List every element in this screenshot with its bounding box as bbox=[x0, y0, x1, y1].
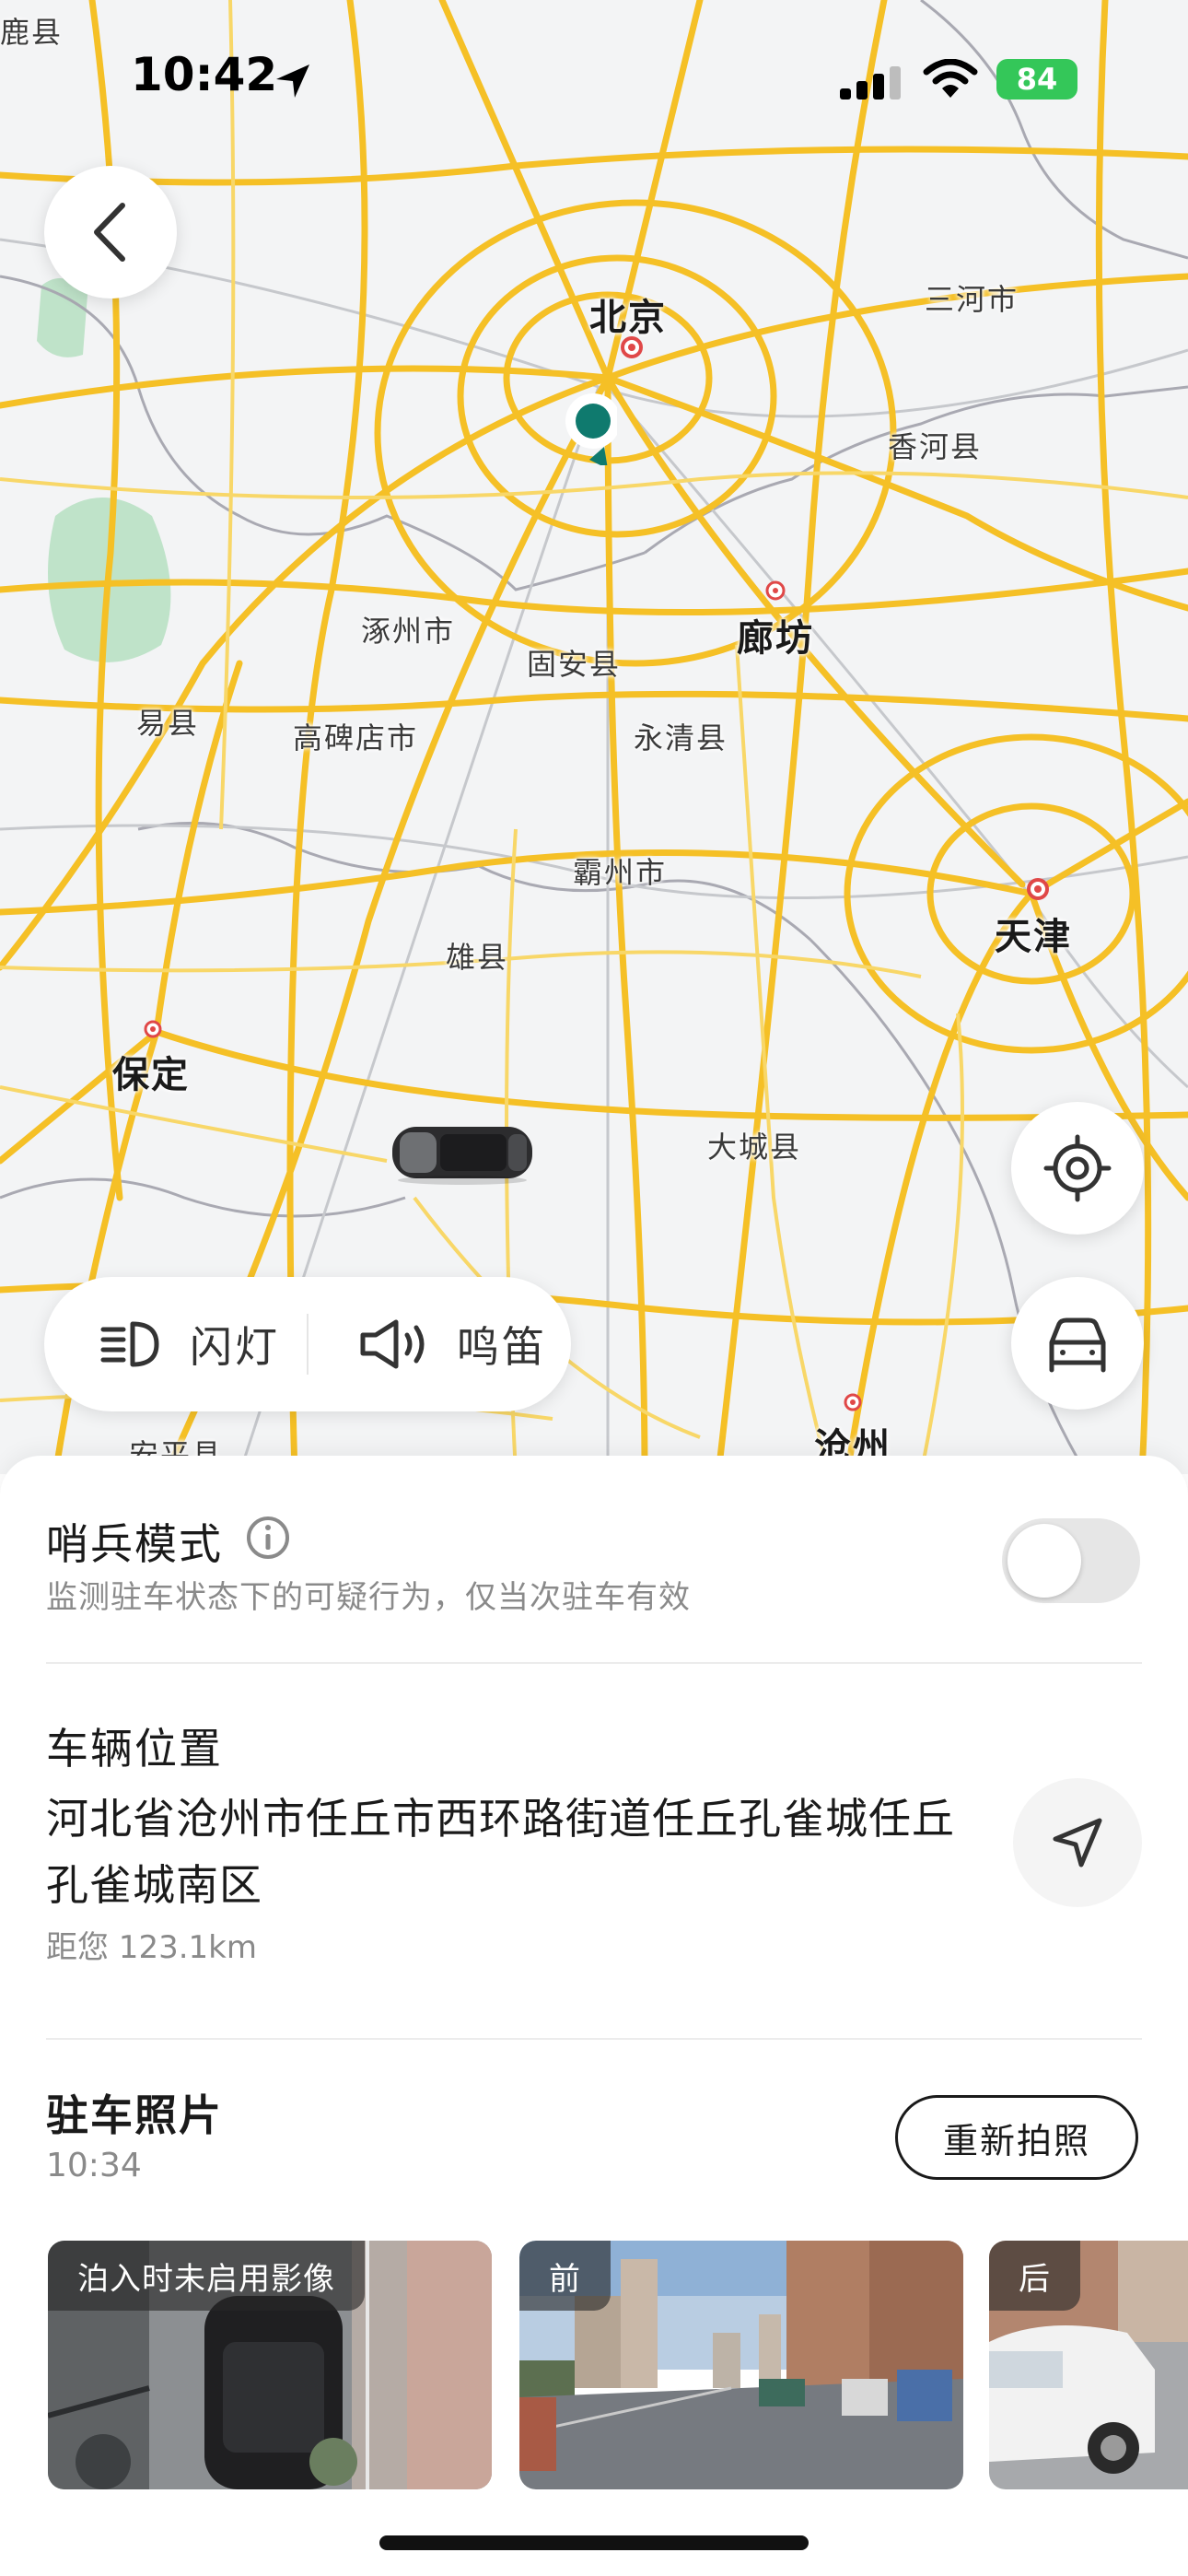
battery-indicator: 84 bbox=[996, 59, 1077, 100]
status-time: 10:42 bbox=[131, 48, 278, 101]
toggle-knob bbox=[1007, 1524, 1081, 1598]
city-label: 天津 bbox=[995, 916, 1072, 958]
flash-lights-label: 闪灯 bbox=[190, 1322, 280, 1372]
flash-lights-button[interactable]: 闪灯 bbox=[99, 1277, 280, 1411]
car-icon bbox=[1049, 1317, 1106, 1373]
horn-button[interactable]: 鸣笛 bbox=[357, 1277, 547, 1411]
section-divider bbox=[46, 1662, 1142, 1664]
parking-photos-time: 10:34 bbox=[46, 2147, 142, 2184]
photo-tag: 泊入时未启用影像 bbox=[48, 2241, 365, 2311]
wifi-icon bbox=[923, 59, 978, 98]
city-label: 香河县 bbox=[888, 429, 983, 464]
city-label: 霸州市 bbox=[573, 855, 668, 890]
section-divider bbox=[46, 2038, 1142, 2040]
city-label: 雄县 bbox=[446, 940, 509, 975]
chevron-left-icon bbox=[94, 203, 125, 262]
vehicle-distance: 距您 123.1km bbox=[46, 1929, 257, 1966]
navigation-arrow-icon bbox=[1053, 1818, 1102, 1868]
sentry-mode-title: 哨兵模式 bbox=[46, 1519, 223, 1569]
vehicle-address: 河北省沧州市任丘市西环路街道任丘孔雀城任丘孔雀城南区 bbox=[46, 1794, 955, 1910]
vehicle-location-title: 车辆位置 bbox=[46, 1724, 223, 1774]
speaker-icon bbox=[360, 1319, 425, 1369]
parking-photo-surround[interactable]: 泊入时未启用影像 bbox=[48, 2241, 492, 2489]
crosshair-icon bbox=[1043, 1134, 1112, 1202]
user-location-pin bbox=[565, 393, 617, 465]
navigate-button[interactable] bbox=[1013, 1778, 1142, 1907]
city-label: 永清县 bbox=[634, 720, 728, 755]
city-label: 固安县 bbox=[527, 647, 622, 682]
retake-photo-button[interactable]: 重新拍照 bbox=[895, 2095, 1138, 2180]
photo-tag: 前 bbox=[519, 2241, 611, 2311]
city-label: 廊坊 bbox=[737, 617, 814, 660]
parking-photo-rear[interactable]: 后 bbox=[989, 2241, 1188, 2489]
city-label: 保定 bbox=[112, 1054, 190, 1096]
sentry-mode-description: 监测驻车状态下的可疑行为，仅当次驻车有效 bbox=[46, 1579, 691, 1616]
car-focus-button[interactable] bbox=[1011, 1277, 1144, 1410]
parking-photos-title: 驻车照片 bbox=[46, 2090, 223, 2140]
parking-photo-front[interactable]: 前 bbox=[519, 2241, 963, 2489]
car-marker[interactable] bbox=[387, 1119, 538, 1186]
vehicle-detail-sheet: 哨兵模式 监测驻车状态下的可疑行为，仅当次驻车有效 车辆位置 河北省沧州市任丘市… bbox=[0, 1456, 1188, 2576]
city-label: 三河市 bbox=[925, 282, 1019, 317]
quick-actions-pill: 闪灯 鸣笛 bbox=[44, 1277, 571, 1411]
city-label: 北京 bbox=[589, 297, 667, 339]
sentry-mode-toggle[interactable] bbox=[1002, 1518, 1140, 1603]
location-arrow-icon bbox=[276, 64, 309, 98]
photo-tag: 后 bbox=[989, 2241, 1080, 2311]
map-view[interactable]: 鹿县 北京 三河市 香河县 涿州市 廊坊 固安县 易县 高碑店市 永清县 霸州市… bbox=[0, 0, 1188, 1474]
pill-divider bbox=[307, 1314, 309, 1375]
status-bar: 10:42 84 bbox=[0, 0, 1188, 147]
city-label: 易县 bbox=[136, 706, 200, 741]
city-label: 高碑店市 bbox=[293, 720, 419, 755]
home-indicator[interactable] bbox=[379, 2535, 809, 2550]
headlight-icon bbox=[100, 1321, 159, 1367]
city-label: 涿州市 bbox=[361, 614, 456, 649]
cellular-signal-icon bbox=[840, 66, 901, 100]
city-label: 大城县 bbox=[707, 1130, 802, 1165]
horn-label: 鸣笛 bbox=[457, 1322, 547, 1372]
info-icon[interactable] bbox=[245, 1515, 291, 1561]
locate-me-button[interactable] bbox=[1011, 1102, 1144, 1235]
back-button[interactable] bbox=[44, 166, 177, 299]
